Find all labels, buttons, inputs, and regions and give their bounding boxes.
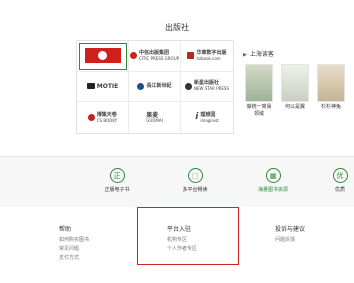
footer-help-column: 帮助 如何购买图书 常见问题 支付方式 <box>59 224 89 263</box>
publisher-grid: 中信出版集团 CITIC PRESS GROUP 华章数字出版 hzbook.c… <box>76 40 234 134</box>
footer-help-title: 帮助 <box>59 226 72 233</box>
imaginist-logo-icon: i <box>195 112 199 123</box>
quality-icon: 优 <box>332 168 348 183</box>
book-item[interactable]: 做统一简易领域 <box>245 64 273 118</box>
feature-label: 优质 <box>334 187 345 193</box>
footer-feedback-title: 投诉与建议 <box>275 226 306 233</box>
feature-multi-platform: ⬚ 多平台畅读 <box>171 168 219 194</box>
publisher-logo-9-sub: imaginist <box>200 117 219 123</box>
publisher-logo-7[interactable]: 博集天卷 CS BOOKY <box>77 102 129 133</box>
book-cover[interactable] <box>317 64 345 102</box>
motie-logo-icon <box>86 83 95 90</box>
library-icon: ▦ <box>265 168 281 183</box>
book-caption[interactable]: 杉杉神兔 <box>317 104 345 111</box>
section-title: 出版社 <box>165 23 189 32</box>
changjiang-logo-icon <box>137 82 145 90</box>
publisher-logo-5[interactable]: 長江新世紀 <box>129 71 181 103</box>
newstar-logo-icon <box>184 82 192 90</box>
book-item[interactable]: 杉杉神兔 <box>317 64 345 111</box>
hzbook-logo-icon <box>187 52 195 60</box>
footer-feedback-column: 投诉与建议 问题反馈 <box>275 224 305 245</box>
caret-right-icon: ▶ <box>243 52 247 58</box>
publisher-logo-8-sub: GUOMAI <box>146 117 163 123</box>
highlight-box <box>137 207 239 265</box>
publisher-logo-6-sub: NEW STAR PRESS <box>193 86 229 92</box>
ebook-icon: 正 <box>109 168 125 183</box>
book-cover[interactable] <box>281 64 309 102</box>
book-item[interactable]: 何以是翼 <box>281 64 309 111</box>
feature-book-resources: ▦ 海量图书资源 <box>249 168 297 194</box>
footer-link-faq[interactable]: 常见问题 <box>59 245 89 254</box>
publisher-logo-4[interactable]: MOTIE <box>77 71 129 103</box>
publisher-logo-1-mark <box>84 48 121 64</box>
publisher-logo-7-sub: CS BOOKY <box>96 117 118 123</box>
book-cover[interactable] <box>245 64 273 102</box>
feature-label: 正版电子书 <box>104 187 130 193</box>
feature-quality: 优 优质 <box>326 168 354 194</box>
devices-icon: ⬚ <box>187 168 203 183</box>
recommend-title-text: 上海读客 <box>249 51 274 58</box>
book-caption[interactable]: 何以是翼 <box>281 104 309 111</box>
publisher-logo-4-text: MOTIE <box>96 82 119 90</box>
publisher-logo-1[interactable] <box>77 41 129 72</box>
publisher-logo-2-sub: CITIC PRESS GROUP <box>138 55 180 61</box>
publisher-logo-5-text: 長江新世紀 <box>146 82 172 89</box>
publisher-logo-3-sub: hzbook.com <box>196 55 221 61</box>
publisher-logo-9[interactable]: i 理想国 imaginist <box>181 102 233 133</box>
feature-genuine-ebooks: 正 正版电子书 <box>93 168 141 194</box>
footer-link-payment[interactable]: 支付方式 <box>59 254 89 263</box>
recommend-panel: ▶ 上海读客 做统一简易领域 何以是翼 杉杉神兔 <box>238 40 354 134</box>
footer-link-issue-feedback[interactable]: 问题反馈 <box>275 236 305 245</box>
publisher-logo-7-text: 博集天卷 <box>96 111 117 118</box>
panda-icon <box>98 51 107 61</box>
feature-label: 海量图书资源 <box>257 187 288 193</box>
publisher-logo-3[interactable]: 华章数字出版 hzbook.com <box>181 41 233 72</box>
feature-label: 多平台畅读 <box>182 187 208 193</box>
publisher-logo-8[interactable]: 果麦 GUOMAI <box>129 102 181 133</box>
recommend-title: ▶ 上海读客 <box>243 49 274 58</box>
booky-logo-icon <box>87 114 95 122</box>
publisher-logo-2[interactable]: 中信出版集团 CITIC PRESS GROUP <box>129 41 181 72</box>
publisher-logo-6[interactable]: 新星出版社 NEW STAR PRESS <box>181 72 233 103</box>
footer-link-how-to-buy[interactable]: 如何购买图书 <box>59 236 89 245</box>
citic-logo-icon <box>129 52 137 60</box>
book-caption[interactable]: 做统一简易领域 <box>245 104 273 118</box>
